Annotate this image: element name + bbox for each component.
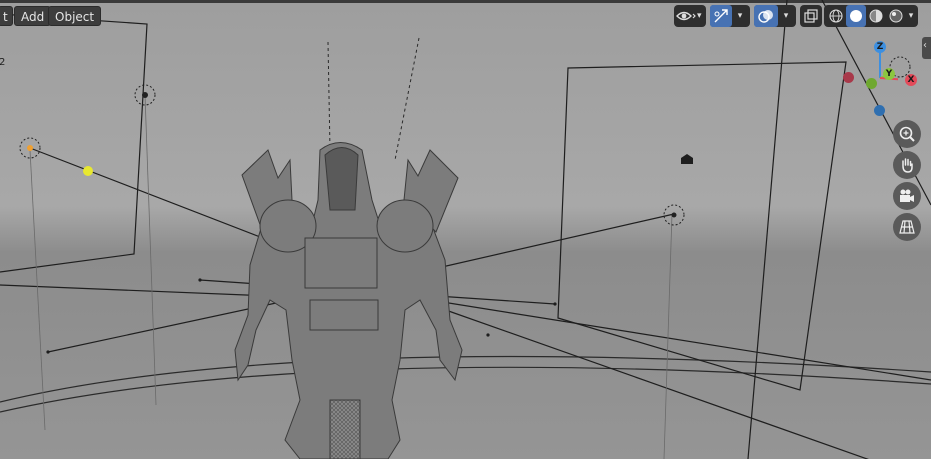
wireframe-shading-icon — [829, 9, 843, 23]
zoom-button[interactable] — [893, 120, 921, 148]
xray-toggle-button[interactable] — [800, 5, 822, 27]
solid-shading-button[interactable] — [846, 5, 866, 27]
rendered-shading-button[interactable] — [886, 5, 906, 27]
gizmo-dropdown-button[interactable]: ▾ — [732, 5, 748, 27]
left-edge-number: 2 — [0, 57, 6, 68]
chevron-down-icon: ▾ — [783, 11, 789, 21]
chevron-left-icon: ‹ — [923, 40, 927, 51]
gizmo-z-axis[interactable]: Z — [874, 41, 886, 53]
pan-button[interactable] — [893, 151, 921, 179]
perspective-grid-icon — [899, 220, 915, 234]
material-shading-icon — [869, 9, 883, 23]
camera-view-button[interactable] — [893, 182, 921, 210]
header-menu-cut-item[interactable]: t — [0, 6, 13, 26]
view-object-types-icon — [676, 11, 696, 21]
3d-viewport[interactable]: t Add Object 2 ▾ ▾ ▾ ▾ ‹ Z Y X — [0, 0, 931, 459]
sidebar-toggle-button[interactable]: ‹ — [922, 37, 931, 59]
shading-mode-group[interactable]: ▾ — [824, 5, 918, 27]
perspective-toggle-button[interactable] — [893, 213, 921, 241]
gizmo-toggle-icon — [714, 9, 728, 23]
rendered-shading-icon — [889, 9, 903, 23]
gizmo-toggle-button[interactable] — [710, 5, 732, 27]
gizmo-y-axis[interactable]: Y — [883, 68, 895, 80]
scene-canvas[interactable] — [0, 0, 931, 459]
chevron-down-icon: ▾ — [737, 11, 743, 21]
view-object-types-dropdown[interactable]: ▾ — [674, 5, 706, 27]
object-menu[interactable]: Object — [48, 6, 102, 26]
chevron-down-icon: ▾ — [908, 11, 914, 21]
camera-view-icon — [900, 189, 914, 202]
material-shading-button[interactable] — [866, 5, 886, 27]
chevron-down-icon: ▾ — [697, 11, 702, 21]
overlay-icon — [758, 10, 773, 23]
pan-hand-icon — [902, 158, 913, 173]
add-menu[interactable]: Add — [14, 6, 52, 26]
viewport-background — [0, 0, 931, 459]
overlay-toggle-group[interactable]: ▾ — [754, 5, 796, 27]
selected-light-handle[interactable] — [83, 166, 93, 176]
gizmo-toggle-group[interactable]: ▾ — [710, 5, 750, 27]
zoom-icon — [899, 126, 915, 142]
solid-shading-icon — [850, 10, 862, 22]
header-edge — [0, 0, 931, 3]
wireframe-shading-button[interactable] — [826, 5, 846, 27]
shading-dropdown-button[interactable]: ▾ — [906, 5, 916, 27]
overlay-dropdown-button[interactable]: ▾ — [778, 5, 794, 27]
gizmo-neg-x-axis[interactable] — [843, 72, 854, 83]
gizmo-neg-y-axis[interactable] — [866, 78, 877, 89]
gizmo-x-axis[interactable]: X — [905, 74, 917, 86]
overlay-toggle-button[interactable] — [754, 5, 778, 27]
gizmo-neg-z-axis[interactable] — [874, 105, 885, 116]
xray-icon — [804, 9, 818, 23]
